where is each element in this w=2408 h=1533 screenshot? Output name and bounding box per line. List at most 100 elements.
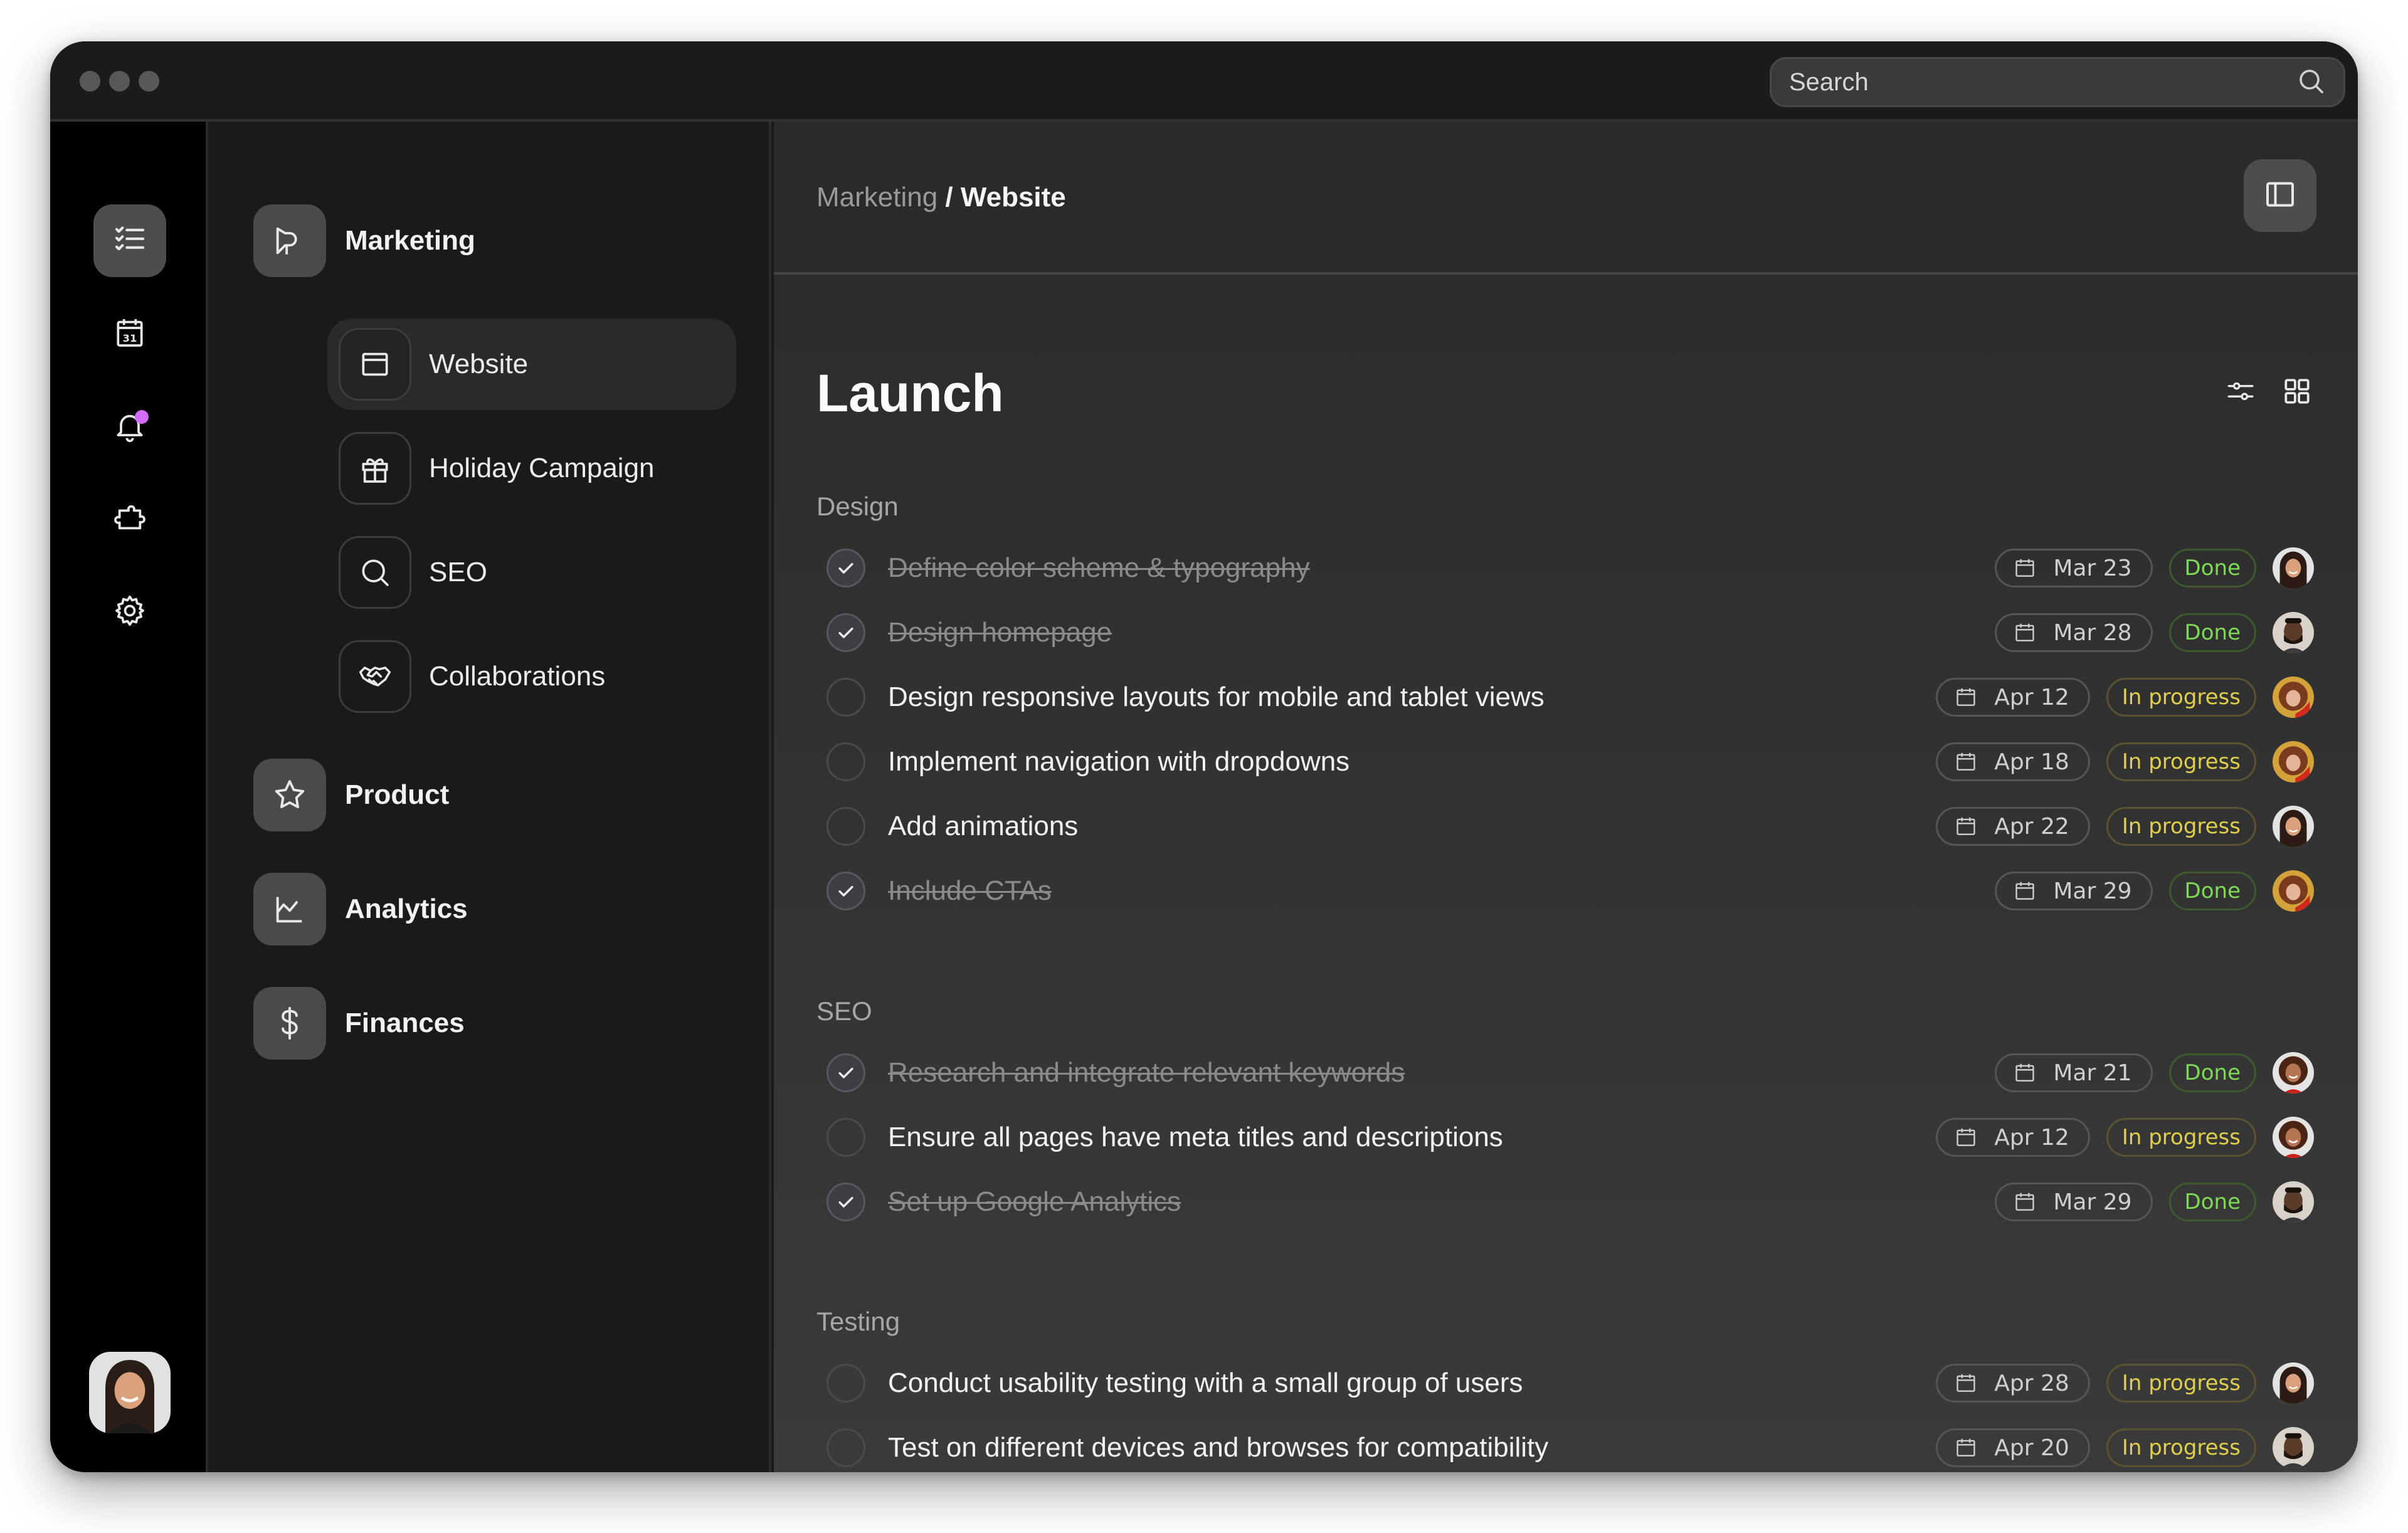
task-row[interactable]: Conduct usability testing with a small g… (816, 1352, 2314, 1414)
status-badge[interactable]: Done (2168, 1183, 2256, 1221)
nav-group-marketing[interactable]: Marketing (253, 204, 475, 277)
task-row[interactable]: Implement navigation with dropdowns Apr 1… (816, 730, 2314, 793)
status-badge[interactable]: Done (2168, 872, 2256, 910)
toggle-panel-button[interactable] (2244, 159, 2316, 232)
task-checkbox-checked[interactable] (826, 613, 865, 652)
assignee-avatar[interactable] (2273, 870, 2314, 912)
assignee-avatar[interactable] (2273, 612, 2314, 653)
task-row[interactable]: Design homepage Mar 28 Done (816, 601, 2314, 664)
assignee-avatar[interactable] (2273, 1052, 2314, 1093)
nav-item-seo[interactable]: SEO (327, 527, 736, 618)
star-icon (253, 759, 326, 831)
due-date-pill[interactable]: Mar 21 (1995, 1053, 2153, 1092)
task-row[interactable]: Set up Google Analytics Mar 29 Done (816, 1171, 2314, 1233)
task-checkbox-checked[interactable] (826, 872, 865, 910)
due-date-pill[interactable]: Apr 12 (1936, 1118, 2090, 1157)
due-date-pill[interactable]: Apr 12 (1936, 678, 2090, 717)
assignee-avatar[interactable] (2273, 1362, 2314, 1404)
task-checkbox[interactable] (826, 1364, 865, 1403)
search-input[interactable] (1789, 68, 2296, 97)
due-date-pill[interactable]: Mar 29 (1995, 1183, 2153, 1221)
status-badge[interactable]: In progress (2106, 742, 2256, 781)
task-row[interactable]: Test on different devices and browses fo… (816, 1416, 2314, 1472)
due-date-pill[interactable]: Apr 28 (1936, 1364, 2090, 1403)
task-checkbox-checked[interactable] (826, 1053, 865, 1092)
rail-integrations-button[interactable] (93, 483, 166, 556)
assignee-avatar[interactable] (2273, 1181, 2314, 1223)
close-window-button[interactable] (80, 71, 100, 92)
task-title[interactable]: Design homepage (888, 617, 1995, 648)
checkmark-icon (835, 1191, 857, 1213)
status-badge[interactable]: Done (2168, 549, 2256, 587)
nav-group-product[interactable]: Product (253, 759, 449, 831)
rail-notifications-button[interactable] (93, 390, 166, 463)
due-date-pill[interactable]: Mar 28 (1995, 613, 2153, 652)
rail-tasks-button[interactable] (93, 204, 166, 277)
due-date-pill[interactable]: Mar 29 (1995, 872, 2153, 910)
calendar-icon (2013, 1061, 2037, 1085)
task-checkbox-checked[interactable] (826, 549, 865, 587)
task-checkbox[interactable] (826, 742, 865, 781)
task-checkbox[interactable] (826, 1118, 865, 1157)
task-row[interactable]: Include CTAs Mar 29 Done (816, 860, 2314, 922)
grid-view-icon[interactable] (2281, 376, 2313, 407)
breadcrumb-parent[interactable]: Marketing (816, 182, 937, 213)
task-title[interactable]: Include CTAs (888, 875, 1995, 907)
nav-group-finances[interactable]: Finances (253, 987, 465, 1060)
task-row[interactable]: Define color scheme & typography Mar 23 Do… (816, 537, 2314, 599)
task-meta: Apr 18 In progress (1936, 741, 2314, 782)
nav-item-holiday-campaign[interactable]: Holiday Campaign (327, 423, 736, 514)
assignee-avatar[interactable] (2273, 1117, 2314, 1158)
due-date-pill[interactable]: Mar 23 (1995, 549, 2153, 587)
status-badge[interactable]: In progress (2106, 678, 2256, 717)
task-checkbox[interactable] (826, 807, 865, 846)
app-window: 31 (50, 41, 2358, 1472)
status-badge[interactable]: Done (2168, 613, 2256, 652)
task-title[interactable]: Test on different devices and browses fo… (888, 1432, 1936, 1463)
due-date-pill[interactable]: Apr 18 (1936, 742, 2090, 781)
task-checkbox[interactable] (826, 678, 865, 717)
due-date-pill[interactable]: Apr 20 (1936, 1428, 2090, 1467)
status-badge[interactable]: In progress (2106, 1428, 2256, 1467)
filter-sliders-icon[interactable] (2225, 376, 2256, 407)
status-badge[interactable]: Done (2168, 1053, 2256, 1092)
assignee-avatar[interactable] (2273, 547, 2314, 589)
task-title[interactable]: Define color scheme & typography (888, 552, 1995, 584)
assignee-avatar[interactable] (2273, 677, 2314, 718)
task-row[interactable]: Ensure all pages have meta titles and de… (816, 1106, 2314, 1169)
minimize-window-button[interactable] (109, 71, 130, 92)
task-checkbox[interactable] (826, 1428, 865, 1467)
search-icon[interactable] (2296, 66, 2326, 99)
nav-item-website[interactable]: Website (327, 319, 736, 410)
status-badge[interactable]: In progress (2106, 1118, 2256, 1157)
nav-item-collaborations[interactable]: Collaborations (327, 631, 736, 722)
rail-settings-button[interactable] (93, 576, 166, 648)
assignee-avatar[interactable] (2273, 806, 2314, 847)
task-row[interactable]: Add animations Apr 22 In progress (816, 795, 2314, 858)
task-checkbox-checked[interactable] (826, 1183, 865, 1221)
status-badge[interactable]: In progress (2106, 807, 2256, 846)
task-row[interactable]: Research and integrate relevant keywords… (816, 1041, 2314, 1104)
search-icon (339, 536, 411, 609)
status-badge[interactable]: In progress (2106, 1364, 2256, 1403)
rail-calendar-button[interactable]: 31 (93, 297, 166, 370)
calendar-icon (2013, 621, 2037, 645)
maximize-window-button[interactable] (139, 71, 159, 92)
nav-group-analytics[interactable]: Analytics (253, 873, 468, 946)
due-date-text: Mar 29 (2053, 878, 2132, 904)
due-date-pill[interactable]: Apr 22 (1936, 807, 2090, 846)
task-title[interactable]: Research and integrate relevant keywords (888, 1057, 1995, 1088)
task-title[interactable]: Conduct usability testing with a small g… (888, 1367, 1936, 1399)
nav-item-label: SEO (429, 557, 487, 587)
task-title[interactable]: Implement navigation with dropdowns (888, 746, 1936, 777)
task-title[interactable]: Ensure all pages have meta titles and de… (888, 1122, 1936, 1153)
task-title[interactable]: Set up Google Analytics (888, 1186, 1995, 1218)
user-avatar[interactable] (89, 1352, 171, 1433)
task-title[interactable]: Add animations (888, 811, 1936, 842)
assignee-avatar[interactable] (2273, 1427, 2314, 1468)
task-title[interactable]: Design responsive layouts for mobile and… (888, 682, 1936, 713)
assignee-avatar[interactable] (2273, 741, 2314, 782)
main-content: Marketing / Website Launch Design Define … (774, 122, 2358, 1472)
checkmark-icon (835, 1062, 857, 1083)
task-row[interactable]: Design responsive layouts for mobile and… (816, 666, 2314, 729)
